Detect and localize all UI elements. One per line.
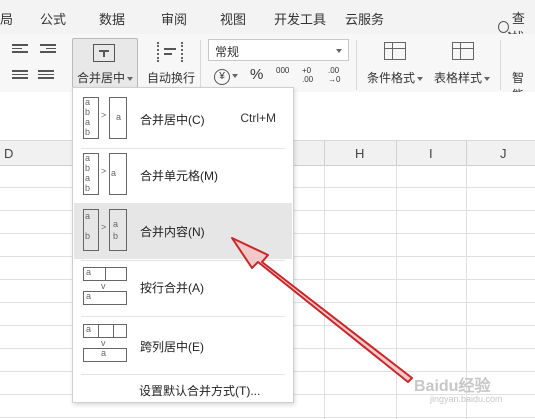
annotation-arrow <box>231 237 413 383</box>
watermark-url: jingyan.baidu.com <box>430 394 503 404</box>
watermark-brand: Baidu经验 <box>414 378 491 395</box>
